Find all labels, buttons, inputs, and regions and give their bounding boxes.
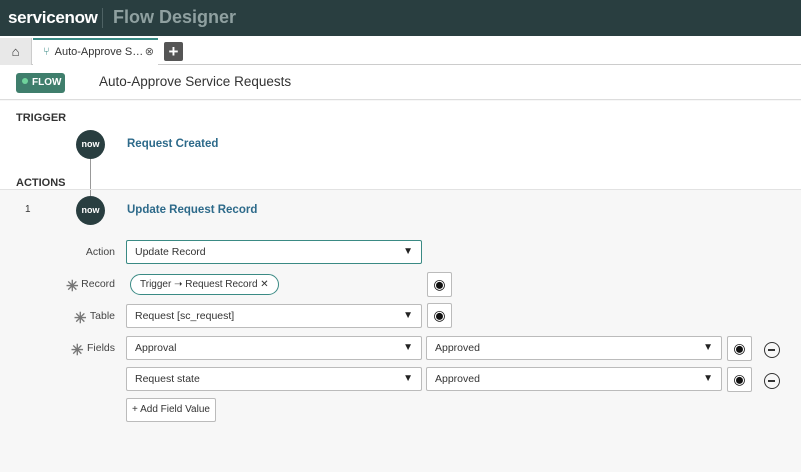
remove-field-icon[interactable] (764, 342, 780, 358)
action-number: 1 (25, 204, 31, 215)
action-label: Action (85, 246, 115, 258)
app-title: Flow Designer (113, 7, 237, 27)
record-pill-text: Trigger ➝ Request Record (140, 279, 258, 290)
chevron-down-icon: ▼ (703, 342, 713, 353)
trigger-heading: TRIGGER (16, 112, 67, 124)
connector-line (90, 158, 91, 196)
field-value-select[interactable]: Approved ▼ (426, 367, 722, 391)
table-label: Table (89, 310, 115, 322)
chevron-down-icon: ▼ (403, 373, 413, 384)
remove-field-icon[interactable] (764, 373, 780, 389)
trigger-section (0, 101, 801, 190)
servicenow-logo[interactable]: servicenow (8, 8, 98, 28)
chevron-down-icon: ▼ (703, 373, 713, 384)
field-value: Approved (435, 373, 480, 385)
add-field-value-button[interactable]: + Add Field Value (126, 398, 216, 422)
flow-badge: FLOW (16, 73, 65, 93)
add-tab-button[interactable]: + (164, 42, 183, 61)
chevron-down-icon: ▼ (403, 310, 413, 321)
chevron-down-icon: ▼ (403, 246, 413, 257)
actions-heading: ACTIONS (16, 177, 66, 189)
chevron-down-icon: ▼ (403, 342, 413, 353)
home-icon: ⌂ (11, 44, 20, 59)
record-label: Record (81, 278, 115, 290)
action-name[interactable]: Update Request Record (127, 204, 257, 216)
action-value: Update Record (135, 246, 206, 258)
trigger-name[interactable]: Request Created (127, 138, 218, 150)
status-dot-icon (22, 78, 28, 84)
data-pill-picker-icon[interactable]: ◉ (427, 272, 452, 297)
tab-label: Auto-Approve S… (54, 46, 144, 58)
field-value-select[interactable]: Approved ▼ (426, 336, 722, 360)
action-select[interactable]: Update Record ▼ (126, 240, 422, 264)
divider (0, 189, 801, 190)
data-pill-picker-icon[interactable]: ◉ (427, 303, 452, 328)
close-tab-icon[interactable]: ⊗ (145, 40, 154, 65)
home-tab[interactable]: ⌂ (0, 38, 32, 65)
field-select[interactable]: Request state ▼ (126, 367, 422, 391)
table-select[interactable]: Request [sc_request] ▼ (126, 304, 422, 328)
field-select[interactable]: Approval ▼ (126, 336, 422, 360)
field-value: Approved (435, 342, 480, 354)
flow-title: Auto-Approve Service Requests (99, 74, 292, 89)
table-value: Request [sc_request] (135, 310, 235, 322)
now-icon: now (76, 196, 105, 225)
fields-label: Fields (86, 342, 115, 354)
now-icon: now (76, 130, 105, 159)
data-pill-picker-icon[interactable]: ◉ (727, 367, 752, 392)
header-divider (102, 8, 103, 28)
flow-icon: ⑂ (43, 46, 50, 58)
record-data-pill[interactable]: Trigger ➝ Request Record ✕ (130, 274, 279, 295)
field-name: Approval (135, 342, 177, 354)
flow-badge-label: FLOW (32, 77, 62, 88)
tab-auto-approve[interactable]: ⑂ Auto-Approve S… ⊗ (33, 38, 158, 65)
field-name: Request state (135, 373, 200, 385)
data-pill-picker-icon[interactable]: ◉ (727, 336, 752, 361)
remove-pill-icon[interactable]: ✕ (260, 279, 268, 290)
